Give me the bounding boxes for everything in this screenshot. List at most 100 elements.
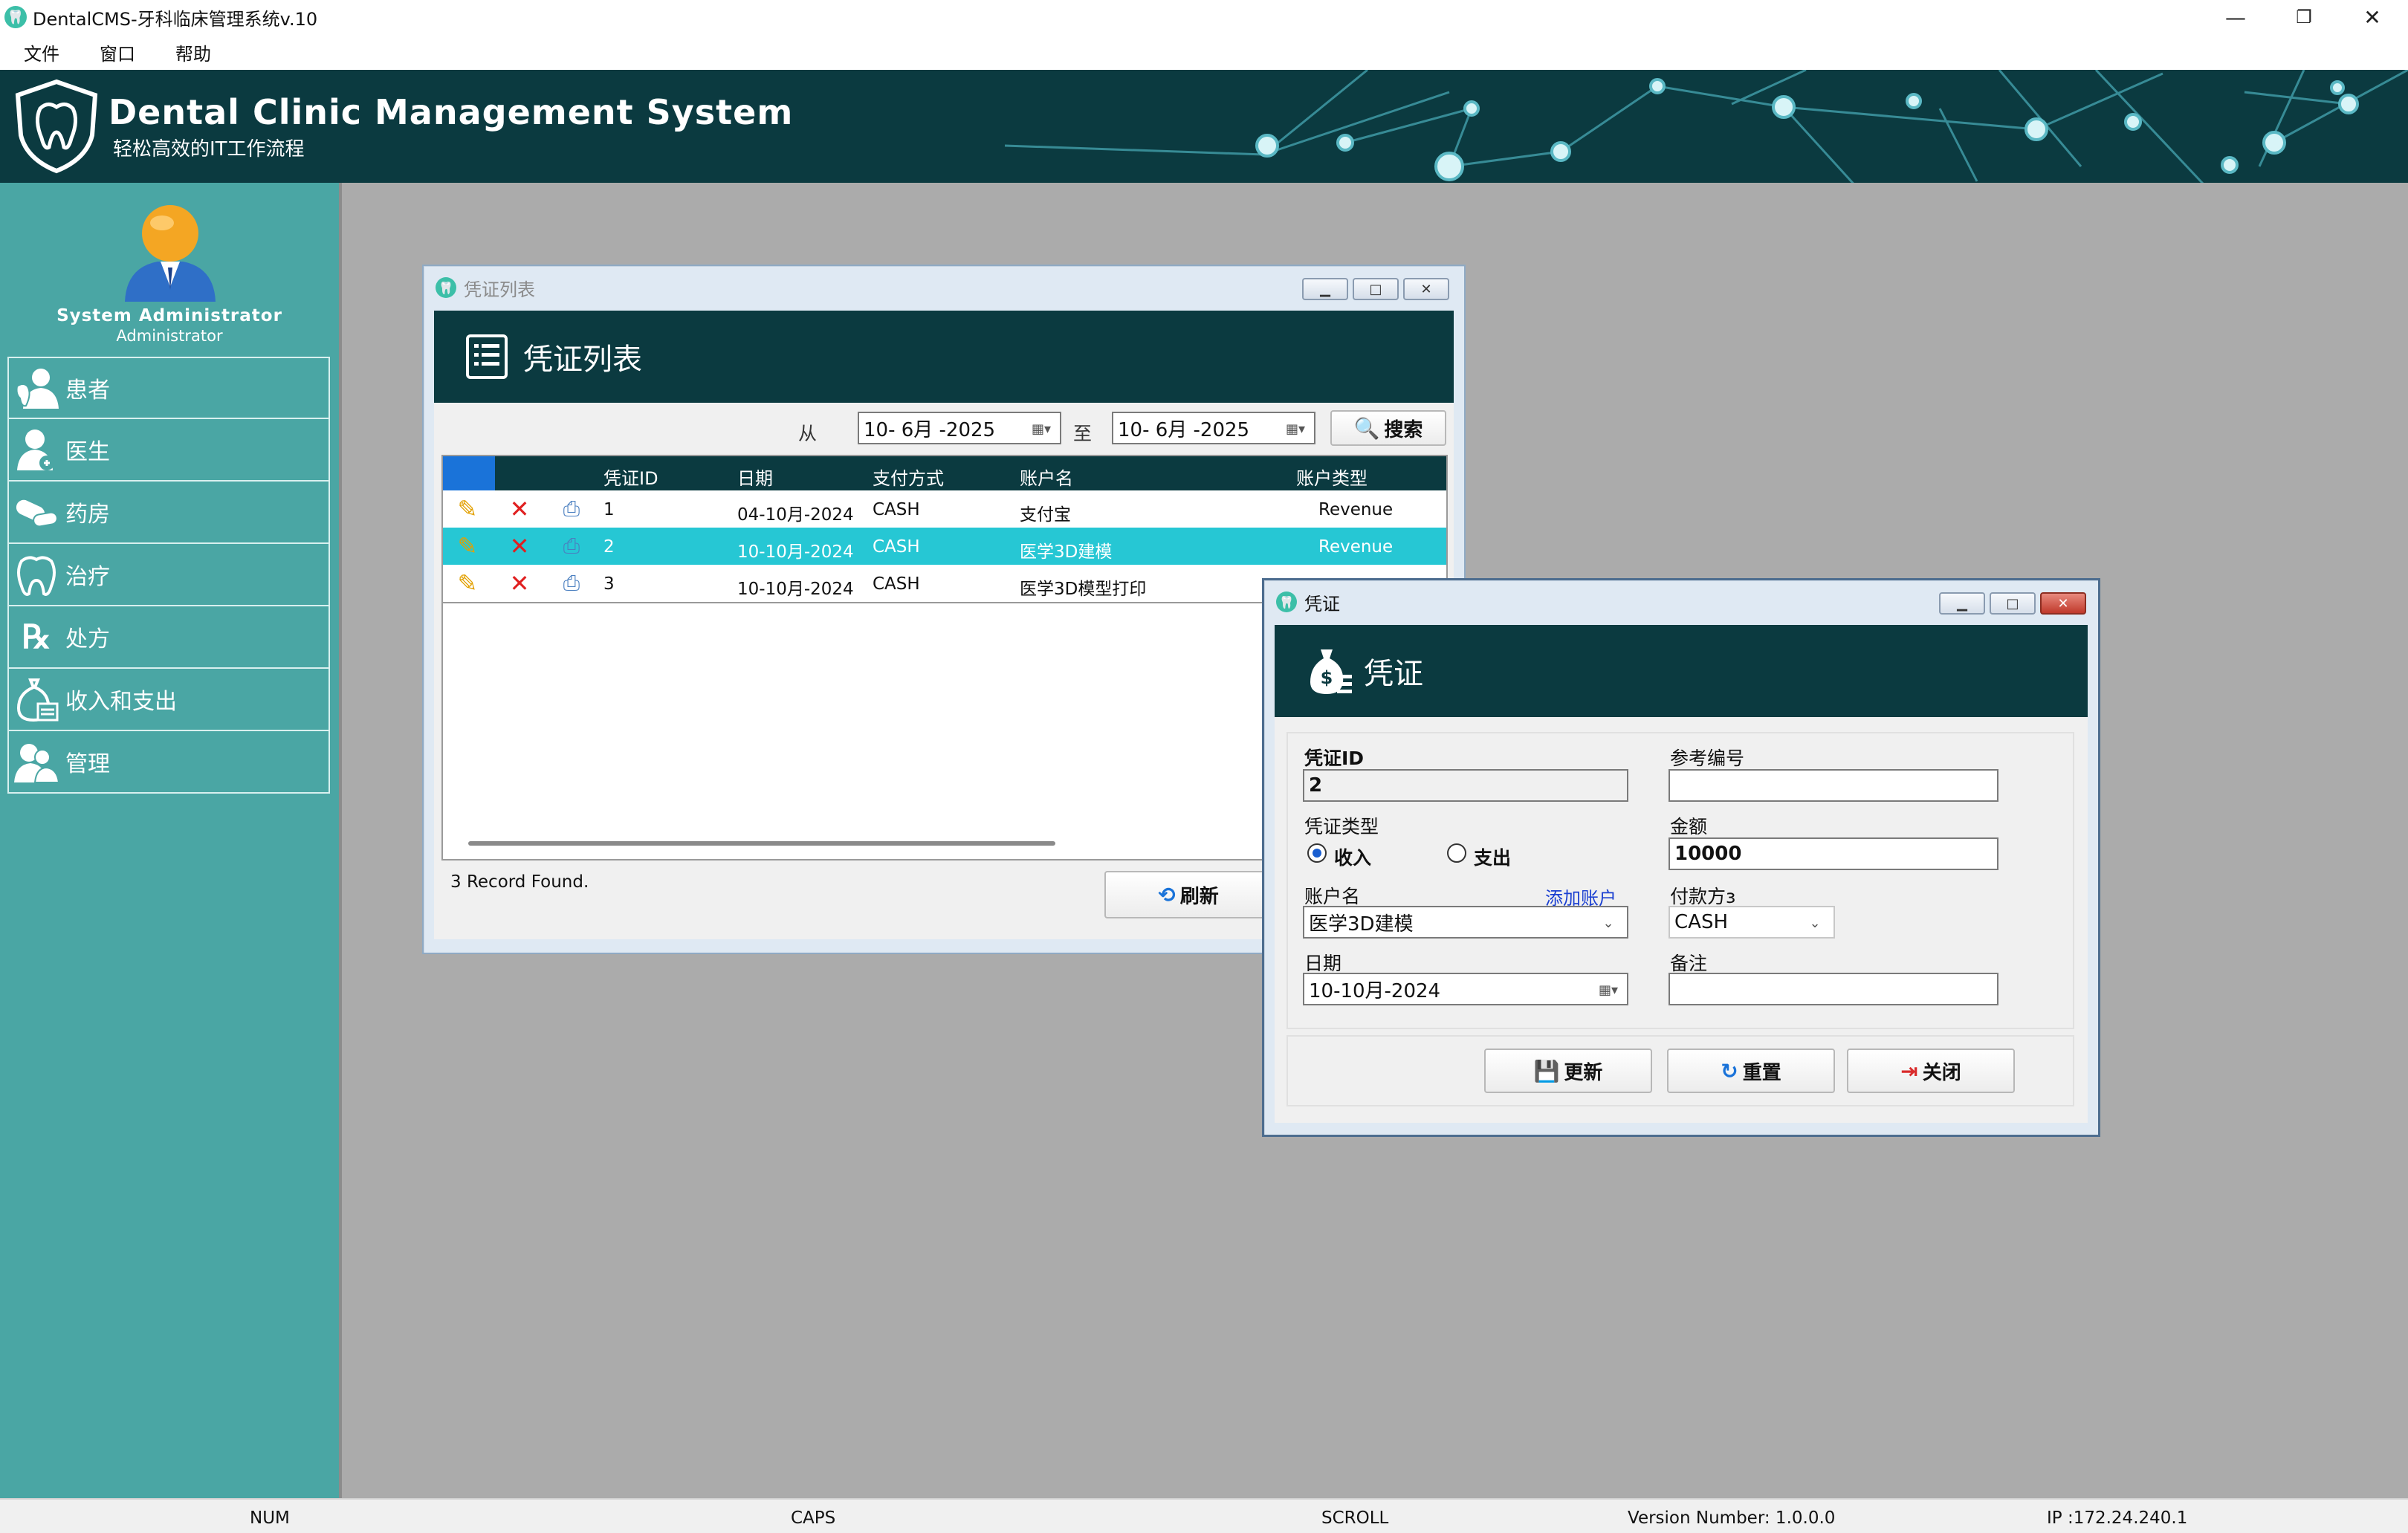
column-header[interactable]: 凭证ID bbox=[603, 464, 658, 490]
to-date-picker[interactable]: 10- 6月 -2025 ▦▾ bbox=[1112, 412, 1315, 444]
print-icon[interactable]: ⎙ bbox=[557, 532, 586, 560]
delete-icon[interactable]: ✕ bbox=[505, 532, 534, 560]
maximize-button[interactable]: ❐ bbox=[2270, 0, 2338, 34]
chevron-down-icon[interactable]: ⌄ bbox=[1593, 912, 1624, 934]
voucher-list-titlebar[interactable]: 🦷 凭证列表 ▁ □ ✕ bbox=[424, 266, 1464, 309]
sidebar-item-admin[interactable]: 管理 bbox=[7, 731, 330, 794]
cell-date: 10-10月-2024 bbox=[737, 542, 854, 562]
list-document-icon bbox=[466, 334, 508, 379]
sidebar-item-pharmacy[interactable]: 药房 bbox=[7, 482, 330, 544]
from-date-picker[interactable]: 10- 6月 -2025 ▦▾ bbox=[858, 412, 1061, 444]
close-button[interactable]: ✕ bbox=[2338, 0, 2407, 34]
note-input[interactable] bbox=[1669, 973, 1998, 1005]
date-label: 日期 bbox=[1304, 953, 1342, 974]
edit-pencil-icon[interactable]: ✎ bbox=[453, 495, 482, 523]
payment-value: CASH bbox=[1674, 911, 1728, 933]
search-label: 搜索 bbox=[1384, 418, 1423, 441]
payment-select[interactable]: CASH ⌄ bbox=[1669, 906, 1835, 939]
calendar-dropdown-icon[interactable]: ▦▾ bbox=[1280, 418, 1311, 440]
status-num: NUM bbox=[250, 1508, 290, 1528]
sidebar-item-prescription[interactable]: ℞ 处方 bbox=[7, 606, 330, 669]
network-decoration-icon bbox=[1004, 70, 2408, 183]
print-icon[interactable]: ⎙ bbox=[557, 569, 586, 597]
sidebar-item-label: 药房 bbox=[65, 502, 110, 528]
tooth-shield-logo-icon bbox=[15, 79, 98, 174]
money-bag-icon: $ bbox=[1310, 649, 1352, 694]
date-value: 10-10月-2024 bbox=[1309, 979, 1441, 1002]
grid-select-all[interactable] bbox=[443, 456, 495, 490]
banner-subtitle: 轻松高效的IT工作流程 bbox=[113, 138, 305, 161]
cell-id: 3 bbox=[603, 574, 615, 594]
menu-file[interactable]: 文件 bbox=[24, 39, 59, 65]
maximize-button[interactable]: □ bbox=[1353, 278, 1399, 300]
calendar-dropdown-icon[interactable]: ▦▾ bbox=[1593, 979, 1624, 1001]
prescription-icon: ℞ bbox=[22, 618, 51, 656]
treatment-icon bbox=[9, 547, 64, 602]
account-select[interactable]: 医学3D建模 ⌄ bbox=[1303, 906, 1628, 939]
voucher-list-header: 凭证列表 bbox=[434, 311, 1454, 403]
income-radio[interactable] bbox=[1307, 843, 1327, 863]
from-label: 从 bbox=[798, 423, 818, 444]
expense-radio[interactable] bbox=[1447, 843, 1466, 863]
expense-label: 支出 bbox=[1474, 847, 1512, 869]
close-form-button[interactable]: ⇥ 关闭 bbox=[1847, 1049, 2015, 1093]
refresh-button[interactable]: ⟲ 刷新 bbox=[1104, 871, 1272, 918]
maximize-button[interactable]: □ bbox=[1990, 592, 2036, 615]
cell-account: 医学3D建模 bbox=[1020, 542, 1113, 562]
delete-icon[interactable]: ✕ bbox=[505, 569, 534, 597]
note-label: 备注 bbox=[1670, 953, 1708, 974]
payment-label: 付款方ɜ bbox=[1670, 886, 1736, 907]
reset-button[interactable]: ↻ 重置 bbox=[1667, 1049, 1835, 1093]
chevron-down-icon[interactable]: ⌄ bbox=[1799, 912, 1831, 934]
edit-pencil-icon[interactable]: ✎ bbox=[453, 569, 482, 597]
minimize-button[interactable]: ▁ bbox=[1939, 592, 1985, 615]
search-button[interactable]: 🔍 搜索 bbox=[1330, 410, 1446, 446]
voucher-window[interactable]: 🦷 凭证 ▁ □ ✕ $ 凭证 凭证ID 2 参考编号 凭证类型 收入 支出 金… bbox=[1262, 578, 2100, 1137]
close-label: 关闭 bbox=[1922, 1061, 1961, 1084]
update-label: 更新 bbox=[1564, 1061, 1603, 1084]
sidebar-item-treatment[interactable]: 治疗 bbox=[7, 544, 330, 606]
save-disk-icon: 💾 bbox=[1533, 1058, 1560, 1083]
update-button[interactable]: 💾 更新 bbox=[1484, 1049, 1652, 1093]
delete-icon[interactable]: ✕ bbox=[505, 495, 534, 523]
column-header[interactable]: 账户类型 bbox=[1296, 464, 1368, 490]
column-header[interactable]: 日期 bbox=[737, 464, 773, 490]
cell-type: Revenue bbox=[1318, 537, 1394, 557]
sidebar-item-patients[interactable]: 患者 bbox=[7, 357, 330, 419]
minimize-button[interactable]: — bbox=[2201, 0, 2270, 34]
app-tooth-icon: 🦷 bbox=[1276, 592, 1297, 612]
sidebar-item-doctors[interactable]: 医生 bbox=[7, 419, 330, 482]
print-icon[interactable]: ⎙ bbox=[557, 495, 586, 523]
sidebar-item-label: 医生 bbox=[65, 439, 110, 465]
reset-label: 重置 bbox=[1742, 1061, 1781, 1084]
close-button[interactable]: ✕ bbox=[1403, 278, 1449, 300]
account-label: 账户名 bbox=[1304, 886, 1361, 907]
sidebar-nav: 患者 医生 药房 治疗 ℞ 处方 收入和支出 管理 bbox=[7, 357, 330, 794]
status-version: Version Number: 1.0.0.0 bbox=[1628, 1508, 1836, 1528]
calendar-dropdown-icon[interactable]: ▦▾ bbox=[1026, 418, 1057, 440]
window-title: 凭证 bbox=[1304, 593, 1340, 615]
cell-date: 10-10月-2024 bbox=[737, 580, 854, 599]
horizontal-scrollbar[interactable] bbox=[468, 841, 1055, 846]
to-label: 至 bbox=[1073, 423, 1093, 444]
edit-pencil-icon[interactable]: ✎ bbox=[453, 532, 482, 560]
sidebar-item-label: 治疗 bbox=[65, 564, 110, 590]
app-title: DentalCMS-牙科临床管理系统v.10 bbox=[33, 8, 318, 30]
column-header[interactable]: 支付方式 bbox=[873, 464, 944, 490]
patient-icon bbox=[9, 360, 64, 415]
date-picker[interactable]: 10-10月-2024 ▦▾ bbox=[1303, 973, 1628, 1005]
amount-input[interactable]: 10000 bbox=[1669, 837, 1998, 870]
column-header[interactable]: 账户名 bbox=[1020, 464, 1073, 490]
minimize-button[interactable]: ▁ bbox=[1302, 278, 1348, 300]
table-row[interactable]: ✎ ✕ ⎙ 2 10-10月-2024 CASH 医学3D建模 Revenue bbox=[443, 528, 1446, 565]
to-date-value: 10- 6月 -2025 bbox=[1118, 418, 1250, 441]
voucher-titlebar[interactable]: 🦷 凭证 ▁ □ ✕ bbox=[1264, 580, 2098, 623]
reference-input[interactable] bbox=[1669, 769, 1998, 802]
menu-window[interactable]: 窗口 bbox=[100, 39, 135, 65]
close-button[interactable]: ✕ bbox=[2040, 592, 2086, 615]
menu-help[interactable]: 帮助 bbox=[175, 39, 211, 65]
cell-account: 医学3D模型打印 bbox=[1020, 580, 1147, 599]
table-row[interactable]: ✎ ✕ ⎙ 1 04-10月-2024 CASH 支付宝 Revenue bbox=[443, 490, 1446, 528]
sidebar-item-finance[interactable]: 收入和支出 bbox=[7, 669, 330, 731]
account-value: 医学3D建模 bbox=[1309, 913, 1414, 936]
